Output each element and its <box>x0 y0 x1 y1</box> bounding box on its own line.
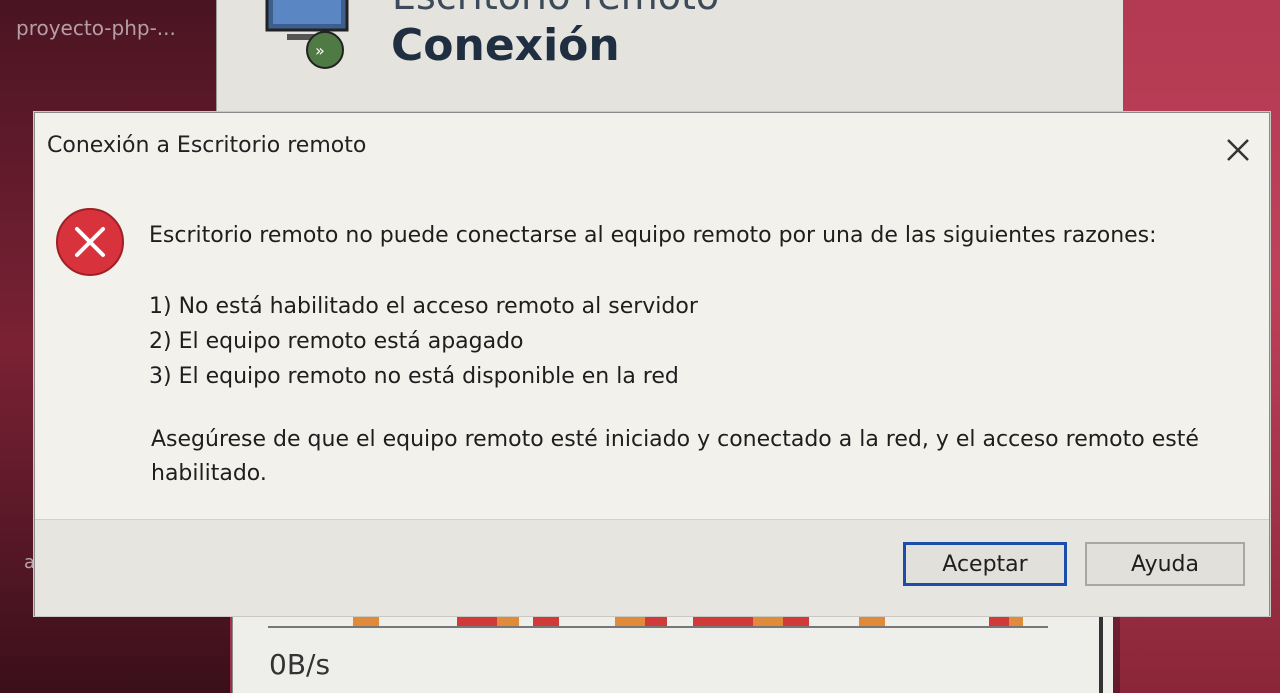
reason-item: 1) No está habilitado el acceso remoto a… <box>149 294 698 319</box>
error-icon <box>56 208 124 276</box>
reasons-list: 1) No está habilitado el acceso remoto a… <box>149 289 698 394</box>
rdp-window-subtitle: Escritorio remoto <box>392 0 719 18</box>
advice-text: Asegúrese de que el equipo remoto esté i… <box>151 427 1199 486</box>
dialog-titlebar[interactable]: Conexión a Escritorio remoto <box>35 113 1269 177</box>
rdp-error-dialog: Conexión a Escritorio remoto Escritorio … <box>34 112 1270 616</box>
dialog-title: Conexión a Escritorio remoto <box>47 133 367 158</box>
reason-item: 3) El equipo remoto no está disponible e… <box>149 364 679 389</box>
help-button[interactable]: Ayuda <box>1085 542 1245 586</box>
error-message-intro: Escritorio remoto no puede conectarse al… <box>149 223 1157 248</box>
network-speed: 0B/s <box>269 648 331 681</box>
graph-axis <box>268 626 1048 628</box>
svg-text:»: » <box>315 41 325 60</box>
desktop-shortcut-label[interactable]: proyecto-php-... <box>16 16 176 40</box>
accept-button[interactable]: Aceptar <box>903 542 1067 586</box>
close-icon[interactable] <box>1221 133 1255 167</box>
remote-desktop-window: » Escritorio remoto Conexión <box>216 0 1123 112</box>
reason-item: 2) El equipo remoto está apagado <box>149 329 524 354</box>
rdp-window-title: Conexión <box>391 20 620 71</box>
task-manager-divider <box>1099 608 1103 693</box>
remote-desktop-icon: » <box>265 0 349 69</box>
task-manager-window: 0B/s <box>232 608 1113 693</box>
dialog-button-bar: Aceptar Ayuda <box>35 519 1269 616</box>
